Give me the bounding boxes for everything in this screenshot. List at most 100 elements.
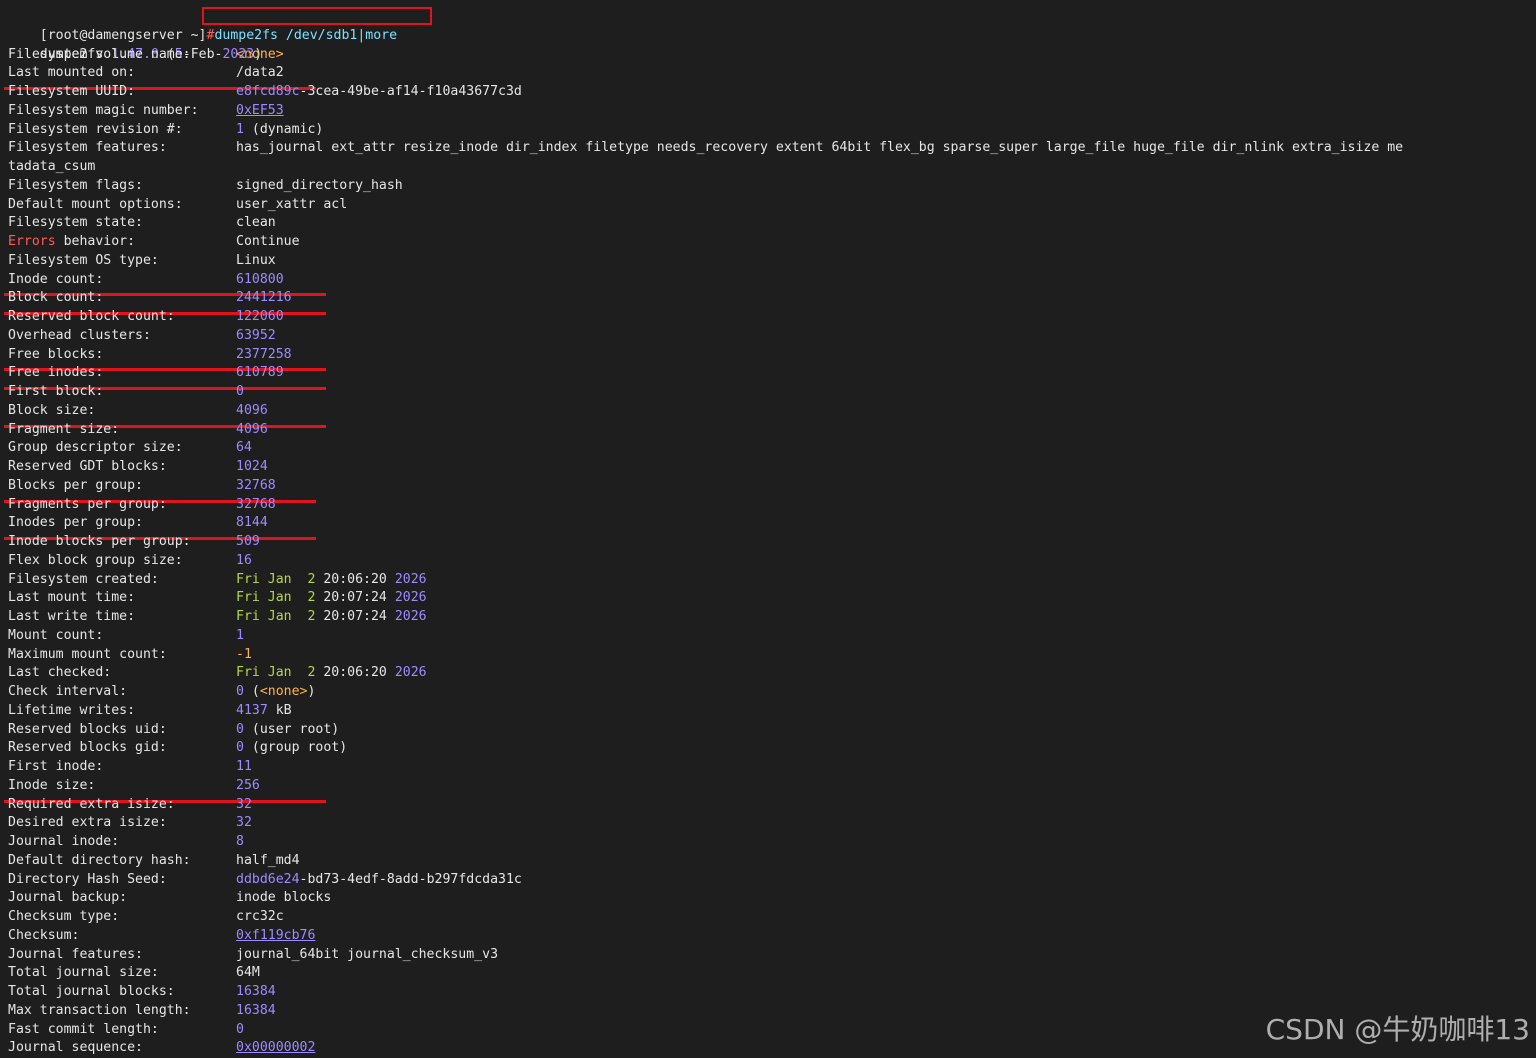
field-value[interactable]: 2377258 — [236, 346, 292, 365]
field-value[interactable]: 32768 — [236, 477, 276, 496]
field-value[interactable]: 1024 — [236, 458, 268, 477]
field-value[interactable]: signed_directory_hash — [236, 177, 403, 196]
field-value-part: -3cea-49be-af14-f10a43677c3d — [299, 84, 522, 100]
field-row-required-extra-isize: Required extra isize: 32 — [8, 796, 252, 815]
field-colon: : — [158, 140, 167, 156]
field-colon: : — [135, 1040, 143, 1056]
field-row-filesystem-created: Filesystem created: Fri Jan 2 20:06:20 20… — [8, 571, 427, 590]
field-colon: : — [174, 552, 183, 568]
field-row-errors-behavior: Errors behavior: Continue — [8, 233, 300, 252]
field-label: Last mounted on — [8, 65, 128, 81]
field-value[interactable]: 256 — [236, 777, 260, 796]
field-value[interactable]: 8144 — [236, 514, 268, 533]
field-value[interactable]: Fri Jan 2 20:07:24 2026 — [236, 589, 427, 608]
field-value[interactable]: 2441216 — [236, 289, 292, 308]
field-row-lifetime-writes: Lifetime writes: 4137 kB — [8, 702, 292, 721]
field-value[interactable]: 0x00000002 — [236, 1039, 315, 1058]
field-value[interactable]: 32768 — [236, 496, 276, 515]
terminal-window[interactable]: [root@damengserver ~]#dumpe2fs /dev/sdb1… — [0, 6, 1536, 1058]
field-colon: : — [111, 421, 120, 437]
field-value[interactable]: 32 — [236, 814, 252, 833]
field-value[interactable]: 122060 — [236, 308, 284, 327]
field-value[interactable]: Linux — [236, 252, 276, 271]
field-value[interactable]: 610800 — [236, 271, 284, 290]
field-label: Checksum — [8, 927, 72, 943]
field-value[interactable]: 0 — [236, 383, 244, 402]
field-label: Directory Hash Seed — [8, 871, 159, 887]
field-row-fragments-per-group: Fragments per group: 32768 — [8, 496, 276, 515]
field-value[interactable]: 0 (user root) — [236, 721, 339, 740]
field-value-part: e8fcd89c — [236, 84, 300, 100]
field-colon: : — [95, 627, 104, 643]
field-label: Journal features — [8, 946, 136, 962]
field-label: Required extra isize — [8, 796, 167, 812]
field-value[interactable]: user_xattr acl — [236, 196, 347, 215]
field-value-part: 4137 — [236, 702, 268, 718]
field-row-checksum: Checksum: 0xf119cb76 — [8, 927, 315, 946]
field-label: Filesystem revision # — [8, 121, 175, 137]
field-colon: : — [158, 740, 167, 756]
field-value[interactable]: 0 (<none>) — [236, 683, 315, 702]
field-value[interactable]: inode blocks — [236, 889, 331, 908]
field-value[interactable]: 4096 — [236, 402, 268, 421]
field-value[interactable]: Continue — [236, 233, 300, 252]
field-label: Errors behavior — [8, 234, 127, 249]
field-label: Last mount time — [8, 590, 128, 606]
field-value-part: 2026 — [386, 590, 427, 606]
field-row-last-mounted-on: Last mounted on: /data2 — [8, 64, 284, 83]
field-value[interactable]: 64 — [236, 439, 252, 458]
field-value[interactable]: 0xEF53 — [236, 102, 284, 121]
field-value[interactable]: 1 — [236, 627, 244, 646]
field-label-part: Errors — [8, 234, 56, 250]
field-row-filesystem-features: Filesystem features: has_journal ext_attr… — [8, 139, 1403, 158]
field-value[interactable]: 32 — [236, 796, 252, 815]
field-label: Block size — [8, 402, 88, 418]
field-row-last-write-time: Last write time: Fri Jan 2 20:07:24 2026 — [8, 608, 427, 627]
field-value[interactable]: 1 (dynamic) — [236, 121, 323, 140]
field-label: Reserved block count — [8, 309, 167, 325]
field-colon: : — [135, 177, 143, 193]
field-label: Blocks per group — [8, 477, 136, 493]
field-value[interactable]: 64M — [236, 964, 260, 983]
field-value[interactable]: crc32c — [236, 908, 284, 927]
field-value[interactable]: 8 — [236, 833, 244, 852]
field-value[interactable]: journal_64bit journal_checksum_v3 — [236, 946, 498, 965]
field-value[interactable]: 0 (group root) — [236, 739, 347, 758]
field-row-filesystem-flags: Filesystem flags: signed_directory_hash — [8, 177, 403, 196]
field-value[interactable]: 610789 — [236, 364, 284, 383]
field-value[interactable]: 4137 kB — [236, 702, 292, 721]
field-value[interactable]: Fri Jan 2 20:07:24 2026 — [236, 608, 427, 627]
field-value[interactable]: Fri Jan 2 20:06:20 2026 — [236, 664, 427, 683]
field-row-filesystem-revision: Filesystem revision #: 1 (dynamic) — [8, 121, 323, 140]
field-row-reserved-blocks-uid: Reserved blocks uid: 0 (user root) — [8, 721, 339, 740]
field-value[interactable]: 11 — [236, 758, 252, 777]
field-value[interactable]: 16384 — [236, 983, 276, 1002]
field-value[interactable]: 16 — [236, 552, 252, 571]
field-row-directory-hash-seed: Directory Hash Seed: ddbd6e24-bd73-4edf-8… — [8, 871, 522, 890]
field-label: Overhead clusters — [8, 327, 143, 343]
field-colon: : — [150, 965, 159, 981]
field-value[interactable]: clean — [236, 214, 276, 233]
field-label: First block — [8, 384, 96, 400]
field-row-reserved-blocks-gid: Reserved blocks gid: 0 (group root) — [8, 739, 347, 758]
field-colon: : — [127, 702, 136, 718]
field-value[interactable]: has_journal ext_attr resize_inode dir_in… — [236, 139, 1403, 158]
field-value[interactable]: 63952 — [236, 327, 276, 346]
field-value-part: -bd73-4edf-8add-b297fdcda31c — [299, 871, 522, 887]
field-value[interactable]: half_md4 — [236, 852, 300, 871]
field-value-part: 0 — [236, 684, 244, 700]
field-value[interactable]: e8fcd89c-3cea-49be-af14-f10a43677c3d — [236, 83, 522, 102]
field-value[interactable]: ddbd6e24-bd73-4edf-8add-b297fdcda31c — [236, 871, 522, 890]
field-value[interactable]: /data2 — [236, 64, 284, 83]
field-colon: : — [158, 496, 167, 512]
wrapped-continuation-line: tadata_csum — [8, 158, 95, 177]
field-value[interactable]: 4096 — [236, 421, 268, 440]
field-value-part: (user root) — [243, 721, 340, 737]
field-value[interactable]: <none> — [236, 46, 284, 65]
field-value[interactable]: Fri Jan 2 20:06:20 2026 — [236, 571, 427, 590]
field-value[interactable]: 0 — [236, 1021, 244, 1040]
field-value[interactable]: -1 — [236, 646, 252, 665]
field-value[interactable]: 509 — [236, 533, 260, 552]
field-value[interactable]: 0xf119cb76 — [236, 927, 315, 946]
field-value[interactable]: 16384 — [236, 1002, 276, 1021]
